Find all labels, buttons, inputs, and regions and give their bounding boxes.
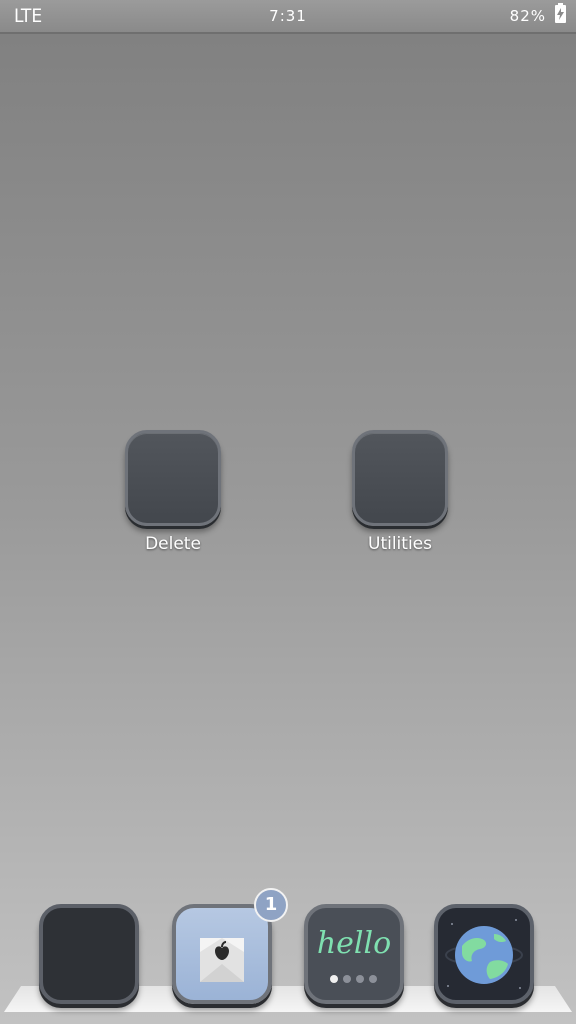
planet-icon	[445, 919, 523, 989]
folder-tile[interactable]	[125, 430, 221, 526]
globe-icon[interactable]	[434, 904, 534, 1004]
dot	[369, 975, 377, 983]
hello-text: hello	[316, 926, 392, 961]
page-dots	[330, 968, 382, 987]
battery-charging-icon	[555, 3, 566, 23]
battery-percentage: 82%	[509, 7, 546, 25]
envelope-icon	[200, 938, 244, 982]
mail-icon[interactable]	[172, 904, 272, 1004]
dot	[356, 975, 364, 983]
hello-icon[interactable]: hello	[304, 904, 404, 1004]
folder-delete[interactable]: Delete	[118, 430, 228, 554]
notification-badge: 1	[254, 888, 288, 922]
dark-app-icon[interactable]	[39, 904, 139, 1004]
folder-utilities[interactable]: Utilities	[345, 430, 455, 554]
folder-tile[interactable]	[352, 430, 448, 526]
folder-label: Delete	[145, 534, 201, 554]
dot	[343, 975, 351, 983]
dot	[330, 975, 338, 983]
status-bar: LTE 7:31 82%	[0, 0, 576, 34]
clock: 7:31	[269, 7, 307, 25]
folder-label: Utilities	[368, 534, 432, 554]
